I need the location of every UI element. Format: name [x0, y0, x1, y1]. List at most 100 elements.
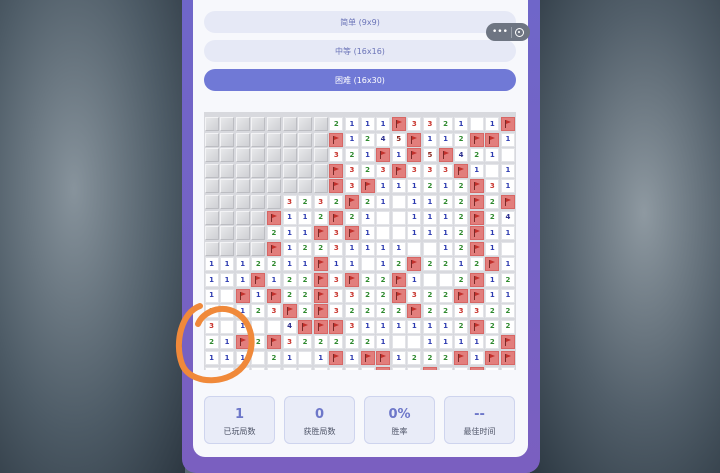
revealed-cell[interactable]: 1 — [360, 226, 375, 241]
hidden-cell[interactable] — [204, 117, 219, 131]
flagged-cell[interactable] — [469, 273, 484, 287]
hidden-cell[interactable] — [204, 226, 219, 241]
revealed-cell[interactable]: 1 — [407, 195, 422, 209]
revealed-cell[interactable]: 1 — [235, 257, 250, 272]
revealed-cell[interactable]: 3 — [438, 163, 453, 178]
revealed-cell[interactable]: 1 — [360, 210, 375, 225]
flagged-cell[interactable] — [313, 319, 328, 334]
flagged-cell[interactable] — [376, 148, 391, 163]
flagged-cell[interactable] — [469, 226, 484, 241]
revealed-cell[interactable]: 5 — [422, 148, 437, 163]
hidden-cell[interactable] — [220, 148, 235, 163]
revealed-cell[interactable]: 2 — [454, 273, 469, 287]
revealed-cell[interactable]: 2 — [438, 257, 453, 272]
revealed-cell[interactable]: 1 — [360, 241, 375, 256]
revealed-cell[interactable]: 2 — [438, 117, 453, 131]
flagged-cell[interactable] — [235, 288, 250, 303]
revealed-cell[interactable]: 2 — [360, 288, 375, 303]
revealed-cell[interactable]: 1 — [391, 148, 406, 163]
flagged-cell[interactable] — [376, 366, 391, 370]
revealed-cell[interactable]: 2 — [485, 335, 500, 350]
hidden-cell[interactable] — [298, 179, 313, 194]
flagged-cell[interactable] — [500, 117, 515, 131]
revealed-cell[interactable]: 1 — [438, 241, 453, 256]
revealed-cell[interactable]: 2 — [313, 241, 328, 256]
revealed-cell[interactable]: 1 — [220, 351, 235, 365]
revealed-cell[interactable] — [204, 366, 219, 370]
revealed-cell[interactable]: 4 — [454, 148, 469, 163]
revealed-cell[interactable]: 1 — [204, 257, 219, 272]
hidden-cell[interactable] — [282, 132, 297, 147]
revealed-cell[interactable]: 1 — [391, 319, 406, 334]
revealed-cell[interactable] — [251, 319, 266, 334]
hidden-cell[interactable] — [220, 163, 235, 178]
flagged-cell[interactable] — [344, 195, 359, 209]
revealed-cell[interactable]: 2 — [360, 195, 375, 209]
revealed-cell[interactable]: 1 — [235, 273, 250, 287]
revealed-cell[interactable]: 1 — [500, 163, 515, 178]
revealed-cell[interactable]: 2 — [500, 273, 515, 287]
revealed-cell[interactable]: 1 — [391, 366, 406, 370]
revealed-cell[interactable]: 2 — [298, 335, 313, 350]
flagged-cell[interactable] — [469, 179, 484, 194]
revealed-cell[interactable] — [313, 366, 328, 370]
hidden-cell[interactable] — [266, 117, 281, 131]
revealed-cell[interactable]: 1 — [438, 210, 453, 225]
revealed-cell[interactable]: 3 — [282, 195, 297, 209]
revealed-cell[interactable]: 3 — [329, 273, 344, 287]
flagged-cell[interactable] — [329, 179, 344, 194]
revealed-cell[interactable] — [235, 366, 250, 370]
revealed-cell[interactable]: 1 — [422, 319, 437, 334]
hidden-cell[interactable] — [220, 226, 235, 241]
revealed-cell[interactable]: 1 — [360, 319, 375, 334]
revealed-cell[interactable]: 2 — [360, 273, 375, 287]
revealed-cell[interactable]: 3 — [469, 304, 484, 319]
revealed-cell[interactable]: 2 — [454, 210, 469, 225]
revealed-cell[interactable]: 1 — [376, 179, 391, 194]
flagged-cell[interactable] — [344, 273, 359, 287]
revealed-cell[interactable] — [438, 273, 453, 287]
hidden-cell[interactable] — [251, 210, 266, 225]
revealed-cell[interactable] — [251, 351, 266, 365]
flagged-cell[interactable] — [360, 179, 375, 194]
hidden-cell[interactable] — [266, 195, 281, 209]
revealed-cell[interactable] — [282, 366, 297, 370]
revealed-cell[interactable]: 2 — [329, 335, 344, 350]
revealed-cell[interactable]: 2 — [298, 273, 313, 287]
revealed-cell[interactable]: 1 — [220, 257, 235, 272]
revealed-cell[interactable]: 2 — [500, 366, 515, 370]
flagged-cell[interactable] — [500, 351, 515, 365]
revealed-cell[interactable] — [500, 241, 515, 256]
revealed-cell[interactable]: 2 — [454, 195, 469, 209]
hidden-cell[interactable] — [204, 179, 219, 194]
flagged-cell[interactable] — [313, 226, 328, 241]
hidden-cell[interactable] — [251, 241, 266, 256]
revealed-cell[interactable]: 1 — [422, 195, 437, 209]
hidden-cell[interactable] — [220, 195, 235, 209]
revealed-cell[interactable]: 2 — [313, 210, 328, 225]
revealed-cell[interactable]: 3 — [329, 241, 344, 256]
revealed-cell[interactable]: 2 — [454, 179, 469, 194]
revealed-cell[interactable]: 1 — [469, 351, 484, 365]
revealed-cell[interactable]: 3 — [485, 366, 500, 370]
revealed-cell[interactable]: 2 — [485, 319, 500, 334]
revealed-cell[interactable]: 1 — [438, 226, 453, 241]
revealed-cell[interactable]: 2 — [204, 304, 219, 319]
revealed-cell[interactable]: 2 — [376, 304, 391, 319]
flagged-cell[interactable] — [266, 288, 281, 303]
revealed-cell[interactable]: 2 — [438, 351, 453, 365]
flagged-cell[interactable] — [469, 366, 484, 370]
revealed-cell[interactable]: 3 — [422, 163, 437, 178]
revealed-cell[interactable]: 1 — [204, 288, 219, 303]
revealed-cell[interactable]: 1 — [235, 304, 250, 319]
revealed-cell[interactable]: 2 — [391, 257, 406, 272]
revealed-cell[interactable]: 1 — [500, 288, 515, 303]
revealed-cell[interactable]: 1 — [344, 257, 359, 272]
flagged-cell[interactable] — [438, 148, 453, 163]
revealed-cell[interactable]: 3 — [485, 179, 500, 194]
flagged-cell[interactable] — [313, 257, 328, 272]
revealed-cell[interactable]: 1 — [376, 257, 391, 272]
hidden-cell[interactable] — [204, 195, 219, 209]
revealed-cell[interactable]: 1 — [344, 241, 359, 256]
revealed-cell[interactable]: 2 — [454, 366, 469, 370]
